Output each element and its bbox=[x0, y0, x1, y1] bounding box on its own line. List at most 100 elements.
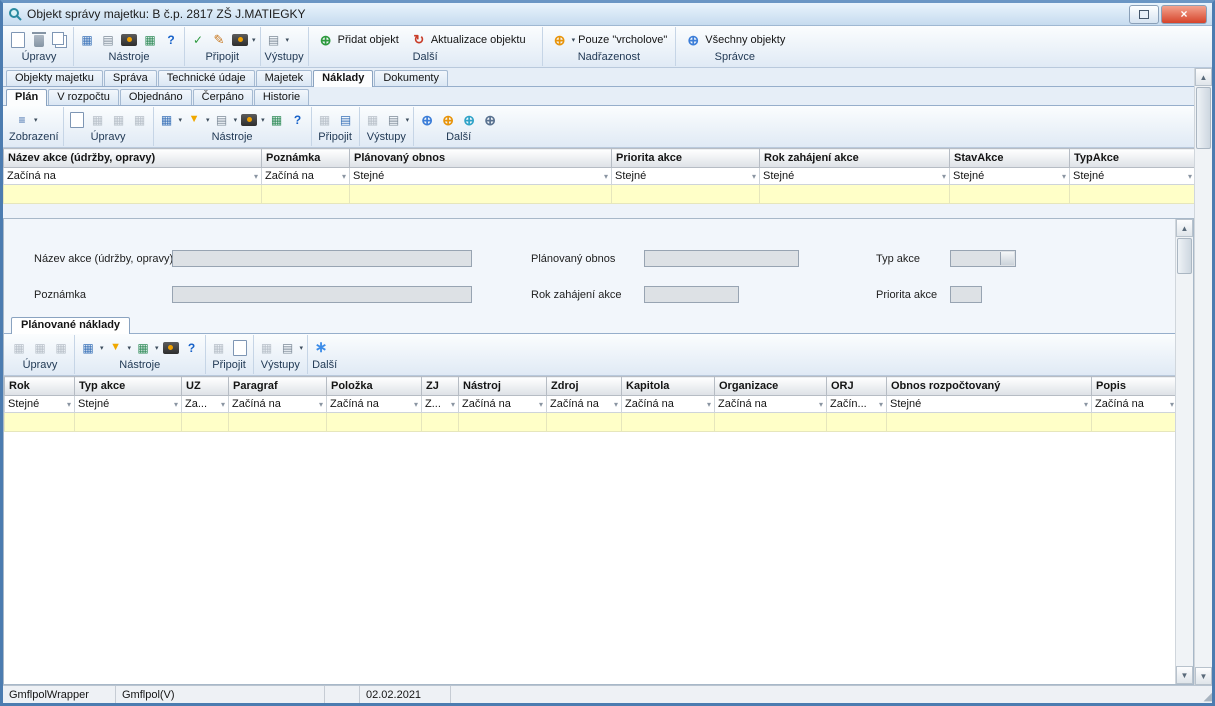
scroll-thumb[interactable] bbox=[1177, 238, 1192, 274]
scroll-up-icon[interactable]: ▲ bbox=[1176, 219, 1193, 237]
delete-record-icon[interactable]: ▦ bbox=[110, 111, 128, 128]
camera-icon[interactable] bbox=[120, 31, 138, 48]
new-row-cell[interactable] bbox=[950, 185, 1070, 204]
filter-dropdown[interactable]: Začíná na▾ bbox=[327, 396, 422, 413]
add-object-button[interactable]: ⊕ Přidat objekt bbox=[313, 30, 403, 49]
attach-grid-icon[interactable]: ▦ bbox=[316, 111, 334, 128]
tab-historie[interactable]: Historie bbox=[254, 89, 309, 105]
target-blue-icon[interactable]: ⊕ bbox=[418, 111, 436, 128]
scroll-thumb[interactable] bbox=[1196, 87, 1211, 149]
only-top-button[interactable]: ⊕ ▾ Pouze "vrcholove" bbox=[547, 30, 672, 49]
delete-object-icon[interactable] bbox=[30, 31, 48, 48]
filter-dropdown[interactable]: Začíná na▾ bbox=[4, 168, 262, 185]
help-icon[interactable]: ? bbox=[183, 339, 201, 356]
update-object-button[interactable]: ↻ Aktualizace objektu bbox=[406, 30, 530, 49]
new-row-cell[interactable] bbox=[459, 413, 547, 432]
column-header[interactable]: Název akce (údržby, opravy) bbox=[4, 149, 262, 168]
help-icon[interactable]: ? bbox=[289, 111, 307, 128]
output-grid-icon[interactable]: ▦ bbox=[364, 111, 382, 128]
combo-button[interactable] bbox=[1000, 252, 1014, 265]
filter-dropdown[interactable]: Stejné▾ bbox=[75, 396, 182, 413]
column-header[interactable]: Typ akce bbox=[75, 377, 182, 396]
filter-dropdown[interactable]: Stejné▾ bbox=[950, 168, 1070, 185]
new-row-cell[interactable] bbox=[75, 413, 182, 432]
filter-dropdown[interactable]: Začíná na▾ bbox=[1092, 396, 1178, 413]
camera-icon[interactable] bbox=[240, 111, 258, 128]
target-gray-icon[interactable]: ⊕ bbox=[481, 111, 499, 128]
new-row-cell[interactable] bbox=[350, 185, 612, 204]
new-row-cell[interactable] bbox=[715, 413, 827, 432]
new-row-cell[interactable] bbox=[612, 185, 760, 204]
column-header[interactable]: Priorita akce bbox=[612, 149, 760, 168]
filter-dropdown[interactable]: Začíná na▾ bbox=[262, 168, 350, 185]
chart-tool-icon[interactable]: ▦ bbox=[141, 31, 159, 48]
target-cyan-icon[interactable]: ⊕ bbox=[460, 111, 478, 128]
tab-objekty-majetku[interactable]: Objekty majetku bbox=[6, 70, 103, 86]
new-row-cell[interactable] bbox=[182, 413, 229, 432]
tab-planovane-naklady[interactable]: Plánované náklady bbox=[11, 317, 130, 334]
tab-cerpano[interactable]: Čerpáno bbox=[193, 89, 253, 105]
edit-icon[interactable]: ✎ bbox=[210, 31, 228, 48]
chevron-down-icon[interactable]: ▾ bbox=[286, 36, 290, 44]
filter-dropdown[interactable]: Za...▾ bbox=[182, 396, 229, 413]
camera-attach-icon[interactable] bbox=[231, 31, 249, 48]
copy-cost-icon[interactable]: ▦ bbox=[52, 339, 70, 356]
print-output-icon[interactable]: ▤ bbox=[279, 339, 297, 356]
column-header[interactable]: Poznámka bbox=[262, 149, 350, 168]
column-header[interactable]: TypAkce bbox=[1070, 149, 1196, 168]
scroll-up-icon[interactable]: ▲ bbox=[1195, 68, 1212, 86]
tab-v-rozpoctu[interactable]: V rozpočtu bbox=[48, 89, 119, 105]
chevron-down-icon[interactable]: ▾ bbox=[300, 344, 304, 352]
print-preview-icon[interactable]: ▤ bbox=[213, 111, 231, 128]
help-icon[interactable]: ? bbox=[162, 31, 180, 48]
new-row-cell[interactable] bbox=[1070, 185, 1196, 204]
attach-doc-icon[interactable]: ▤ bbox=[337, 111, 355, 128]
new-row-cell[interactable] bbox=[887, 413, 1092, 432]
filter-dropdown[interactable]: Stejné▾ bbox=[5, 396, 75, 413]
filter-dropdown[interactable]: Stejné▾ bbox=[1070, 168, 1196, 185]
main-scrollbar[interactable]: ▲ ▼ bbox=[1194, 68, 1212, 685]
column-header[interactable]: Obnos rozpočtovaný bbox=[887, 377, 1092, 396]
column-header[interactable]: ORJ bbox=[827, 377, 887, 396]
excel-export-icon[interactable]: ▦ bbox=[134, 339, 152, 356]
column-header[interactable]: Zdroj bbox=[547, 377, 622, 396]
camera-icon[interactable] bbox=[162, 339, 180, 356]
chevron-down-icon[interactable]: ▾ bbox=[155, 344, 159, 352]
panel-scrollbar[interactable]: ▲ ▼ bbox=[1175, 219, 1193, 684]
filter-dropdown[interactable]: Stejné▾ bbox=[887, 396, 1092, 413]
table-view-icon[interactable]: ▦ bbox=[79, 339, 97, 356]
chevron-down-icon[interactable]: ▾ bbox=[179, 116, 183, 124]
print-tool-icon[interactable]: ▤ bbox=[99, 31, 117, 48]
filter-dropdown[interactable]: Začíná na▾ bbox=[622, 396, 715, 413]
chevron-down-icon[interactable]: ▾ bbox=[252, 36, 256, 44]
all-objects-button[interactable]: ⊕ Všechny objekty bbox=[680, 30, 789, 49]
column-header[interactable]: ZJ bbox=[422, 377, 459, 396]
output-grid-icon[interactable]: ▦ bbox=[258, 339, 276, 356]
filter-dropdown[interactable]: Stejné▾ bbox=[760, 168, 950, 185]
table-view-icon[interactable]: ▦ bbox=[158, 111, 176, 128]
chevron-down-icon[interactable]: ▾ bbox=[261, 116, 265, 124]
column-header[interactable]: Rok zahájení akce bbox=[760, 149, 950, 168]
rok-zahajeni-field[interactable] bbox=[644, 286, 739, 303]
column-header[interactable]: UZ bbox=[182, 377, 229, 396]
column-header[interactable]: Položka bbox=[327, 377, 422, 396]
resize-grip[interactable]: ◢ bbox=[1196, 686, 1212, 703]
tab-objednano[interactable]: Objednáno bbox=[120, 89, 192, 105]
filter-dropdown[interactable]: Začíná na▾ bbox=[715, 396, 827, 413]
new-row-cell[interactable] bbox=[5, 413, 75, 432]
new-row-cell[interactable] bbox=[229, 413, 327, 432]
tab-plan[interactable]: Plán bbox=[6, 89, 47, 106]
tab-majetek[interactable]: Majetek bbox=[256, 70, 313, 86]
new-cost-icon[interactable]: ▦ bbox=[10, 339, 28, 356]
scroll-down-icon[interactable]: ▼ bbox=[1195, 667, 1212, 685]
snowflake-icon[interactable]: ∗ bbox=[312, 339, 330, 356]
poznamka-field[interactable] bbox=[172, 286, 472, 303]
filter-dropdown[interactable]: Začíná na▾ bbox=[459, 396, 547, 413]
excel-export-icon[interactable]: ▦ bbox=[268, 111, 286, 128]
planovany-obnos-field[interactable] bbox=[644, 250, 799, 267]
filter-dropdown[interactable]: Začíná na▾ bbox=[547, 396, 622, 413]
new-object-icon[interactable] bbox=[9, 31, 27, 48]
print-output-icon[interactable]: ▤ bbox=[385, 111, 403, 128]
priorita-field[interactable] bbox=[950, 286, 982, 303]
delete-cost-icon[interactable]: ▦ bbox=[31, 339, 49, 356]
